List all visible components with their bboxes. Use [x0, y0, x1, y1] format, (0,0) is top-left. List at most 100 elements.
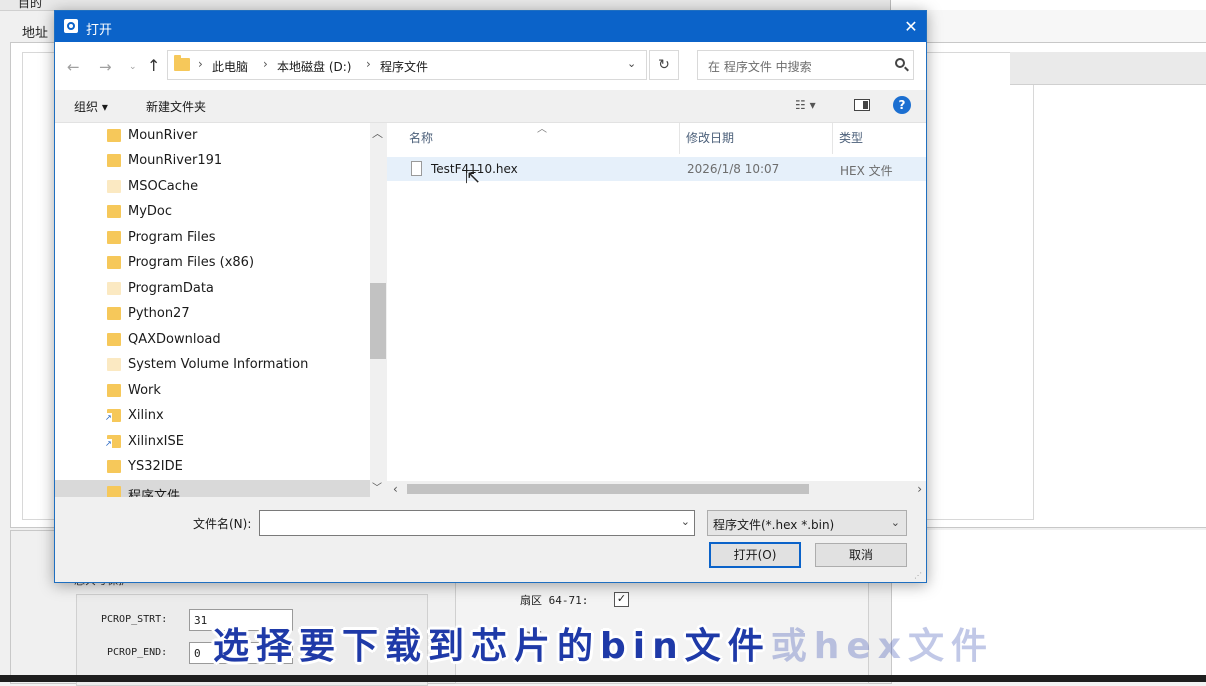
tree-item[interactable]: MounRiver: [55, 123, 370, 148]
chevron-down-icon: ⌄: [890, 516, 900, 529]
column-divider[interactable]: [832, 123, 833, 154]
breadcrumb-program-files[interactable]: 程序文件: [380, 58, 428, 75]
refresh-icon[interactable]: ↻: [649, 50, 679, 80]
scroll-up-icon[interactable]: ︿: [372, 125, 383, 141]
tree-item-label: MyDoc: [128, 204, 173, 219]
bg-header-strip: [1010, 52, 1206, 85]
bg-address-label: 地址: [22, 26, 49, 41]
dialog-titlebar[interactable]: 打开 ✕: [55, 11, 926, 42]
filename-input[interactable]: ⌄: [259, 510, 695, 536]
breadcrumb-local-disk[interactable]: 本地磁盘 (D:): [277, 58, 351, 75]
tree-item-label: MounRiver: [128, 128, 198, 143]
folder-icon: [107, 154, 121, 167]
folder-icon: [107, 358, 121, 371]
tree-item-label: MounRiver191: [128, 153, 223, 168]
mouse-cursor-icon: ⇱: [465, 167, 481, 188]
tree-item[interactable]: MSOCache: [55, 174, 370, 199]
navigation-bar: ← → ⌄ ↑ › 此电脑 › 本地磁盘 (D:) › 程序文件 ⌄ ↻ 在 程…: [55, 42, 926, 90]
folder-icon: [107, 333, 121, 346]
tree-item[interactable]: Program Files (x86): [55, 250, 370, 275]
file-list: ︿ 名称 修改日期 类型 TestF4110.hex 2026/1/8 10:0…: [387, 123, 926, 497]
tree-item-label: ProgramData: [128, 281, 214, 296]
scroll-left-icon[interactable]: ‹: [393, 482, 398, 496]
open-file-dialog: 打开 ✕ ← → ⌄ ↑ › 此电脑 › 本地磁盘 (D:) › 程序文件 ⌄ …: [54, 10, 927, 583]
scrollbar-thumb[interactable]: [407, 484, 809, 494]
tree-vertical-scrollbar[interactable]: ︿ ﹀: [370, 123, 386, 497]
folder-icon: [107, 256, 121, 269]
tree-item-label: System Volume Information: [128, 357, 309, 372]
folder-icon: [107, 129, 121, 142]
tree-item[interactable]: QAXDownload: [55, 327, 370, 352]
breadcrumb-this-pc[interactable]: 此电脑: [212, 58, 248, 75]
horizontal-scrollbar[interactable]: ‹ ›: [387, 481, 926, 497]
tree-item[interactable]: XilinxISE: [55, 429, 370, 454]
tree-item[interactable]: Program Files: [55, 225, 370, 250]
filetype-value: 程序文件(*.hex *.bin): [713, 518, 835, 532]
folder-icon: [107, 205, 121, 218]
folder-icon: [107, 231, 121, 244]
breadcrumb-separator-icon: ›: [366, 57, 371, 71]
close-icon[interactable]: ✕: [896, 11, 926, 42]
chevron-down-icon[interactable]: ⌄: [627, 57, 636, 70]
tree-item[interactable]: ProgramData: [55, 276, 370, 301]
back-arrow-icon[interactable]: ←: [67, 58, 80, 76]
preview-pane-icon[interactable]: [854, 99, 870, 111]
open-button[interactable]: 打开(O): [709, 542, 801, 568]
app-icon: [64, 19, 78, 33]
resize-grip-icon[interactable]: ⋰: [914, 571, 923, 580]
tree-item[interactable]: MyDoc: [55, 199, 370, 224]
file-modified: 2026/1/8 10:07: [687, 162, 780, 176]
pcrop-start-label: PCROP_STRT:: [101, 614, 168, 625]
search-icon[interactable]: [895, 58, 905, 68]
column-header-modified[interactable]: 修改日期: [686, 129, 734, 146]
search-input[interactable]: 在 程序文件 中搜索: [697, 50, 914, 80]
view-options-icon[interactable]: ☷ ▾: [795, 98, 816, 112]
folder-shortcut-icon: [105, 409, 121, 422]
tree-item-label: Work: [128, 383, 161, 398]
tree-item[interactable]: Work: [55, 378, 370, 403]
column-divider[interactable]: [679, 123, 680, 154]
sort-ascending-icon: ︿: [537, 124, 547, 135]
tree-item-label: YS32IDE: [128, 459, 183, 474]
search-placeholder: 在 程序文件 中搜索: [708, 60, 812, 74]
folder-tree: MounRiver MounRiver191 MSOCache MyDoc Pr…: [55, 123, 386, 497]
dialog-title: 打开: [86, 23, 113, 38]
cancel-button[interactable]: 取消: [815, 543, 907, 567]
folder-icon: [107, 384, 121, 397]
help-icon[interactable]: ?: [893, 96, 911, 114]
column-header-type[interactable]: 类型: [839, 129, 863, 146]
chevron-down-icon[interactable]: ⌄: [681, 515, 690, 528]
organize-menu-button[interactable]: 组织 ▾: [74, 98, 108, 115]
tree-item-label: 程序文件: [128, 489, 181, 497]
tree-item[interactable]: System Volume Information: [55, 352, 370, 377]
tree-item-label: XilinxISE: [128, 434, 184, 449]
scrollbar-thumb[interactable]: [370, 283, 386, 359]
folder-icon: [107, 180, 121, 193]
address-bar[interactable]: › 此电脑 › 本地磁盘 (D:) › 程序文件 ⌄: [167, 50, 647, 80]
tree-item-selected[interactable]: 程序文件: [55, 480, 370, 497]
folder-icon: [107, 307, 121, 320]
tree-item-label: Program Files (x86): [128, 255, 255, 270]
tree-item[interactable]: YS32IDE: [55, 454, 370, 479]
folder-icon: [107, 460, 121, 473]
new-folder-button[interactable]: 新建文件夹: [146, 98, 206, 115]
up-arrow-icon[interactable]: ↑: [147, 56, 160, 75]
caption-main: 选择要下载到芯片的bin文件: [213, 626, 771, 667]
tree-item[interactable]: MounRiver191: [55, 148, 370, 173]
column-header-name[interactable]: 名称: [409, 129, 433, 146]
pcrop-end-label: PCROP_END:: [107, 647, 168, 658]
sector-64-71-checkbox[interactable]: ✓: [614, 592, 629, 607]
recent-locations-chevron-icon[interactable]: ⌄: [129, 62, 137, 72]
caption-faded: 或hex文件: [770, 626, 995, 667]
forward-arrow-icon[interactable]: →: [99, 58, 112, 76]
command-toolbar: 组织 ▾ 新建文件夹 ☷ ▾ ?: [55, 90, 926, 123]
sector-64-71-label: 扇区 64-71:: [520, 594, 589, 607]
tree-item-label: Python27: [128, 306, 190, 321]
scroll-down-icon[interactable]: ﹀: [372, 479, 382, 494]
bottom-edge-bar: [0, 675, 1206, 682]
scroll-right-icon[interactable]: ›: [917, 482, 922, 496]
tree-item-label: MSOCache: [128, 179, 199, 194]
tree-item[interactable]: Xilinx: [55, 403, 370, 428]
tree-item[interactable]: Python27: [55, 301, 370, 326]
filetype-select[interactable]: 程序文件(*.hex *.bin) ⌄: [707, 510, 907, 536]
